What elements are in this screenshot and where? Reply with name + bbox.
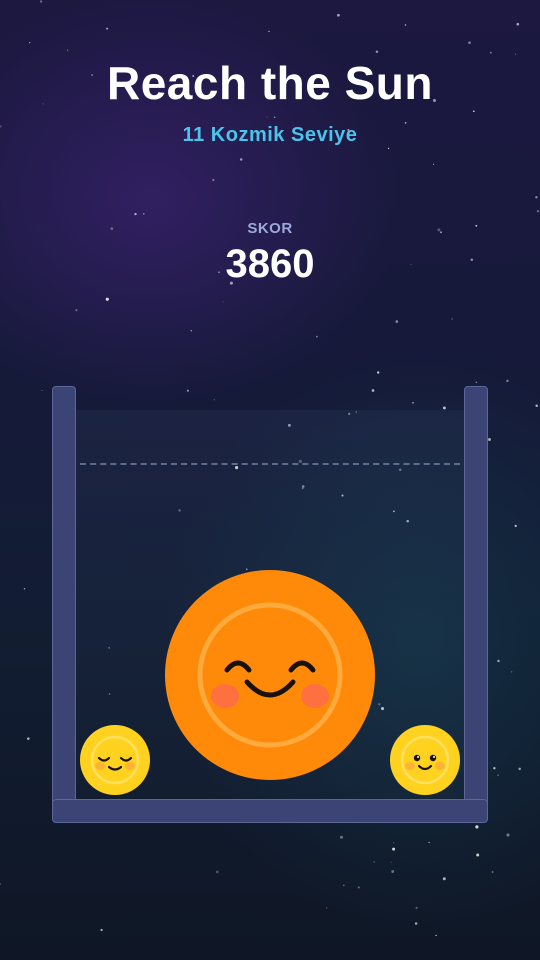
- star: [377, 371, 380, 374]
- container-floor: [52, 799, 488, 823]
- star: [266, 116, 268, 118]
- star: [475, 381, 478, 384]
- star: [493, 767, 496, 770]
- star: [451, 318, 453, 320]
- star: [67, 49, 69, 51]
- danger-line: [80, 463, 460, 465]
- star: [212, 178, 215, 182]
- star: [268, 30, 270, 33]
- star: [357, 886, 360, 889]
- star: [337, 13, 340, 17]
- star: [387, 147, 390, 150]
- star: [41, 389, 43, 392]
- orange-sun-ball: [165, 570, 375, 780]
- star: [435, 934, 437, 937]
- star: [497, 659, 500, 663]
- container-left-wall: [52, 386, 76, 822]
- star: [497, 774, 499, 776]
- star: [468, 41, 471, 45]
- star: [395, 320, 399, 323]
- star: [134, 212, 137, 216]
- star: [442, 406, 446, 410]
- star: [536, 210, 540, 213]
- star: [392, 847, 396, 851]
- star: [475, 825, 479, 829]
- star: [27, 737, 30, 740]
- star: [415, 906, 418, 909]
- star: [29, 42, 31, 44]
- star: [516, 22, 520, 26]
- star: [428, 841, 430, 844]
- yellow-sun-ball-left: [80, 725, 150, 795]
- star: [518, 767, 521, 771]
- star: [414, 922, 418, 925]
- star: [476, 853, 480, 857]
- star: [343, 884, 345, 886]
- star: [515, 53, 517, 55]
- score-label: SKOR: [247, 220, 293, 237]
- star: [273, 116, 276, 119]
- level-subtitle: 11 Kozmik Seviye: [182, 124, 358, 146]
- star: [506, 833, 510, 837]
- star: [105, 297, 109, 301]
- star: [432, 163, 435, 165]
- star: [222, 301, 224, 303]
- star: [373, 861, 375, 863]
- star: [442, 877, 446, 881]
- star: [514, 524, 517, 528]
- star: [325, 907, 328, 909]
- star: [106, 27, 109, 30]
- star: [339, 835, 344, 839]
- star: [535, 404, 538, 407]
- star: [143, 213, 145, 215]
- star: [23, 587, 26, 590]
- star: [375, 50, 379, 53]
- star: [316, 335, 318, 338]
- star: [472, 110, 475, 113]
- star: [489, 51, 492, 54]
- star: [488, 438, 491, 441]
- score-value: 3860: [225, 242, 315, 286]
- star: [391, 870, 395, 873]
- container-right-wall: [464, 386, 488, 822]
- star: [215, 870, 219, 874]
- star: [535, 196, 538, 199]
- star: [371, 389, 375, 392]
- star: [239, 158, 243, 161]
- star: [393, 842, 395, 844]
- star: [510, 671, 513, 673]
- star: [506, 379, 509, 383]
- game-title: Reach the Sun: [106, 57, 433, 109]
- star: [186, 389, 189, 392]
- yellow-sun-ball-right: [390, 725, 460, 795]
- star: [404, 24, 407, 26]
- star: [0, 883, 1, 885]
- star: [190, 330, 193, 332]
- star: [390, 861, 392, 863]
- star: [213, 399, 215, 401]
- star: [100, 928, 103, 932]
- star: [75, 309, 78, 312]
- star: [491, 871, 494, 873]
- star: [39, 0, 43, 3]
- star: [412, 402, 414, 404]
